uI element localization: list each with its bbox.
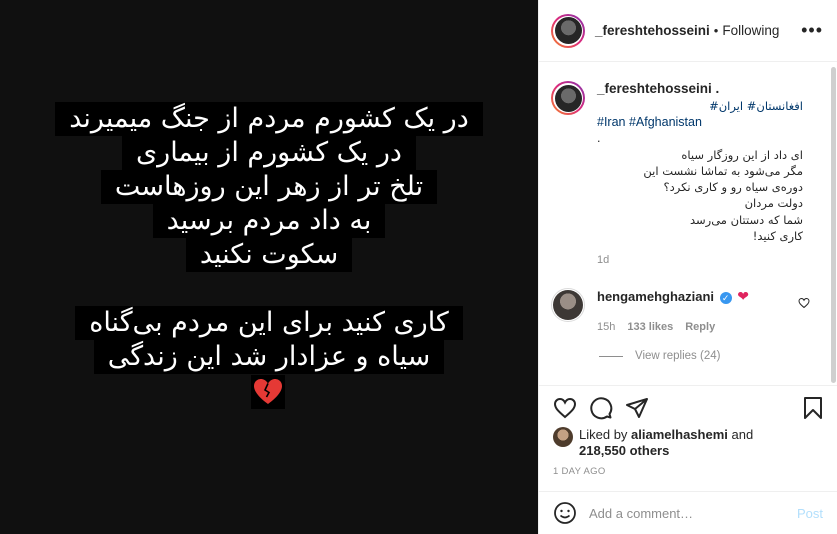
avatar[interactable] <box>551 13 585 48</box>
liker-username[interactable]: aliamelhashemi <box>631 427 728 442</box>
reply-button[interactable]: Reply <box>685 321 715 333</box>
story-line: در یک کشورم مردم از جنگ میمیرند <box>0 102 538 136</box>
comment-username[interactable]: hengamehghaziani <box>597 289 714 304</box>
bookmark-icon[interactable] <box>801 396 825 420</box>
share-icon[interactable] <box>625 396 649 420</box>
view-replies-button[interactable]: View replies (24) <box>599 350 720 362</box>
view-replies-label: View replies (24) <box>635 350 721 362</box>
post-age[interactable]: 1 DAY AGO <box>553 466 606 477</box>
scrollbar[interactable] <box>831 67 836 383</box>
like-heart-icon[interactable] <box>553 396 577 420</box>
hashtags-fa[interactable]: افغانستان# ایران# <box>597 98 803 114</box>
post-caption: _fereshtehosseini . افغانستان# ایران# #I… <box>551 81 821 268</box>
separator-dot: • <box>713 23 719 38</box>
story-line: در یک کشورم از بیماری <box>0 136 538 170</box>
caption-line: کاری کنید! <box>752 228 803 243</box>
header-username[interactable]: _fereshtehosseini <box>595 23 710 38</box>
post-media[interactable]: در یک کشورم مردم از جنگ میمیرند در یک کش… <box>0 0 538 534</box>
story-line: سکوت نکنید <box>0 238 538 272</box>
broken-heart-emoji <box>251 375 285 409</box>
caption-line: دولت مردان <box>744 196 803 211</box>
caption-line: شما که دستتان می‌رسد <box>689 212 803 227</box>
liked-by-label: Liked by <box>579 427 628 442</box>
story-line: تلخ تر از زهر این روزهاست <box>0 170 538 204</box>
hashtags-en[interactable]: #Iran #Afghanistan <box>597 114 803 131</box>
comment-like-heart-icon[interactable] <box>798 297 810 312</box>
likes-and: and <box>731 427 754 442</box>
red-heart-emoji: ❤ <box>737 288 750 304</box>
liker-avatar[interactable] <box>553 427 573 447</box>
verified-badge-icon: ✓ <box>719 291 732 304</box>
caption-line: دوره‌ی سیاه رو و کاری نکرد؟ <box>663 180 803 195</box>
avatar[interactable] <box>551 288 585 322</box>
post-header: _fereshtehosseini • Following ••• <box>539 0 837 62</box>
action-bar <box>553 393 825 423</box>
story-line: به داد مردم برسید <box>0 204 538 238</box>
caption-username[interactable]: _fereshtehosseini . <box>597 81 803 98</box>
comment-icon[interactable] <box>589 396 613 420</box>
story-line: کاری کنید برای این مردم بی‌گناه <box>0 306 538 340</box>
caption-timestamp[interactable]: 1d <box>597 252 803 269</box>
post-side-panel: _fereshtehosseini • Following ••• _feres… <box>538 0 837 534</box>
story-text: در یک کشورم مردم از جنگ میمیرند در یک کش… <box>0 0 538 534</box>
caption-line: مگر می‌شود به تماشا نشست این <box>643 163 803 178</box>
caption-line: ای داد از این روزگار سیاه <box>681 147 803 162</box>
others-count[interactable]: 218,550 others <box>579 443 669 458</box>
story-line: سیاه و عزادار شد این زندگی <box>0 340 538 374</box>
comment-likes[interactable]: 133 likes <box>627 321 673 333</box>
emoji-icon[interactable] <box>553 501 577 525</box>
replies-dash <box>599 355 623 357</box>
comment-timestamp[interactable]: 15h <box>597 321 615 333</box>
caption-dot: . <box>597 131 601 146</box>
comment-item: hengamehghaziani ✓ ❤ 15h 133 likes Reply <box>551 288 821 333</box>
more-options-icon[interactable]: ••• <box>801 20 823 41</box>
post-button[interactable]: Post <box>797 506 823 521</box>
following-button[interactable]: Following <box>722 23 779 38</box>
avatar[interactable] <box>551 81 585 115</box>
likes-summary: Liked by aliamelhashemi and 218,550 othe… <box>553 427 753 459</box>
comments-section[interactable]: _fereshtehosseini . افغانستان# ایران# #I… <box>539 63 837 386</box>
add-comment-bar: Post <box>539 491 837 534</box>
comment-input[interactable] <box>589 505 797 521</box>
